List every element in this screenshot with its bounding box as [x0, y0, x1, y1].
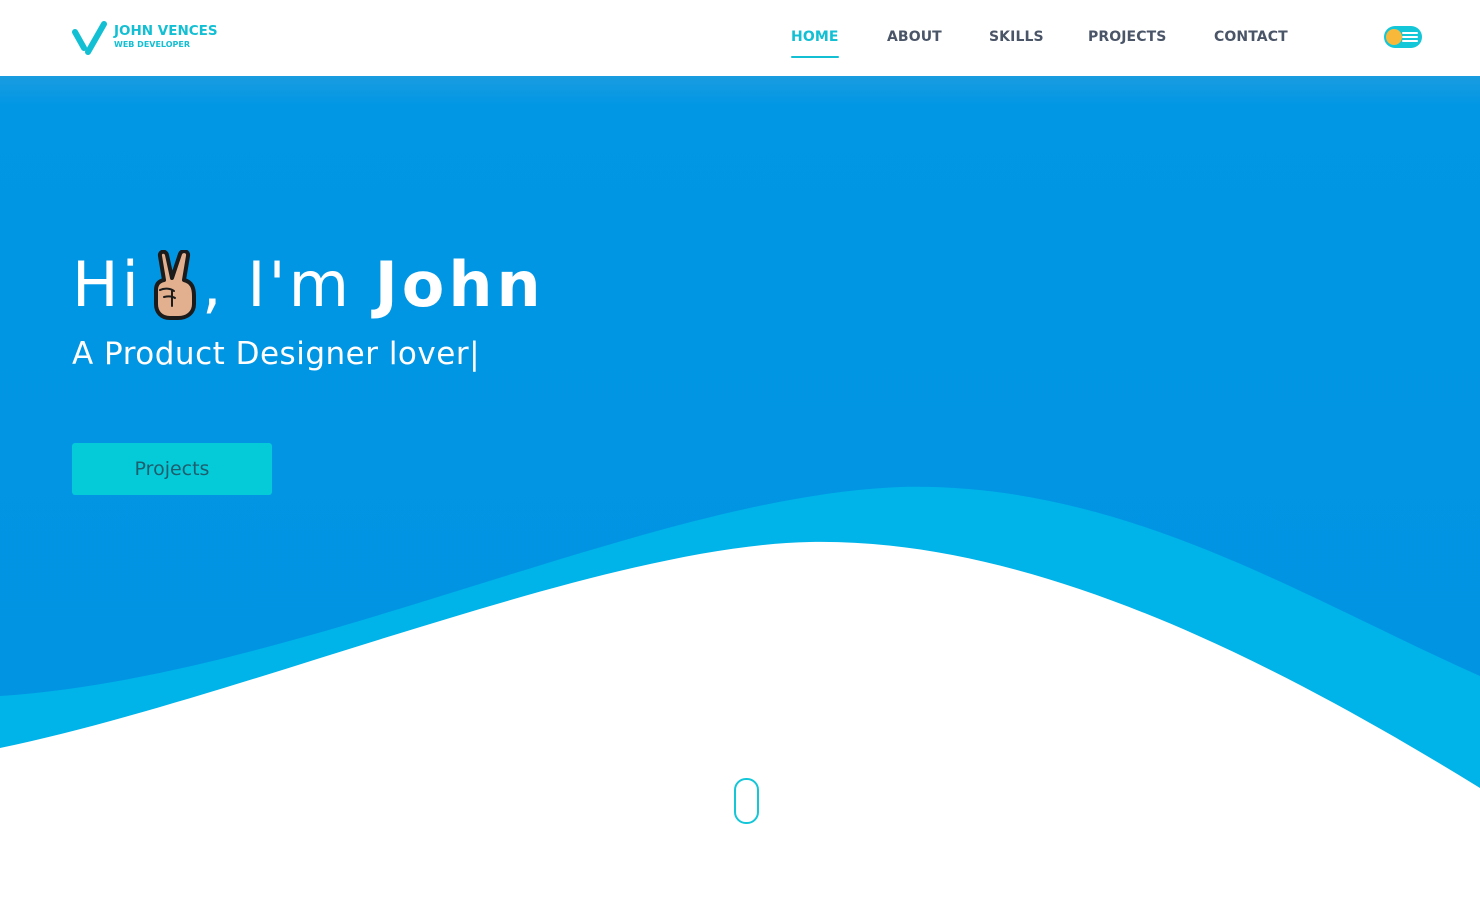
logo[interactable]: JOHN VENCES WEB DEVELOPER — [72, 18, 218, 56]
nav-projects[interactable]: PROJECTS — [1088, 29, 1166, 45]
brand-role: WEB DEVELOPER — [114, 40, 191, 50]
brand-name: JOHN VENCES — [114, 22, 218, 39]
projects-button[interactable]: Projects — [72, 443, 272, 495]
victory-hand-emoji-icon — [153, 250, 196, 320]
nav-home[interactable]: HOME — [791, 29, 839, 58]
hero-greeting: Hi — [72, 248, 142, 321]
site-header: JOHN VENCES WEB DEVELOPER HOME ABOUT SKI… — [0, 0, 1480, 76]
toggle-knob — [1386, 29, 1402, 45]
hero-name: John — [374, 248, 545, 321]
hero-waves — [0, 486, 1480, 796]
theme-toggle-icon[interactable] — [1384, 26, 1422, 48]
y-logo-mark-icon — [72, 21, 107, 55]
toggle-lines — [1402, 32, 1418, 44]
logo-text: JOHN VENCES WEB DEVELOPER — [114, 22, 218, 50]
hero-section: Hi , I'm John A Product Designer lover| … — [0, 76, 1480, 796]
hero-subtitle: A Product Designer lover| — [72, 336, 481, 372]
hero-title: Hi , I'm John — [72, 248, 545, 322]
nav-skills[interactable]: SKILLS — [989, 29, 1044, 45]
nav-about[interactable]: ABOUT — [887, 29, 942, 45]
mouse-scroll-icon[interactable] — [734, 778, 759, 824]
hero-intro: , I'm — [201, 248, 375, 321]
nav-contact[interactable]: CONTACT — [1214, 29, 1288, 45]
